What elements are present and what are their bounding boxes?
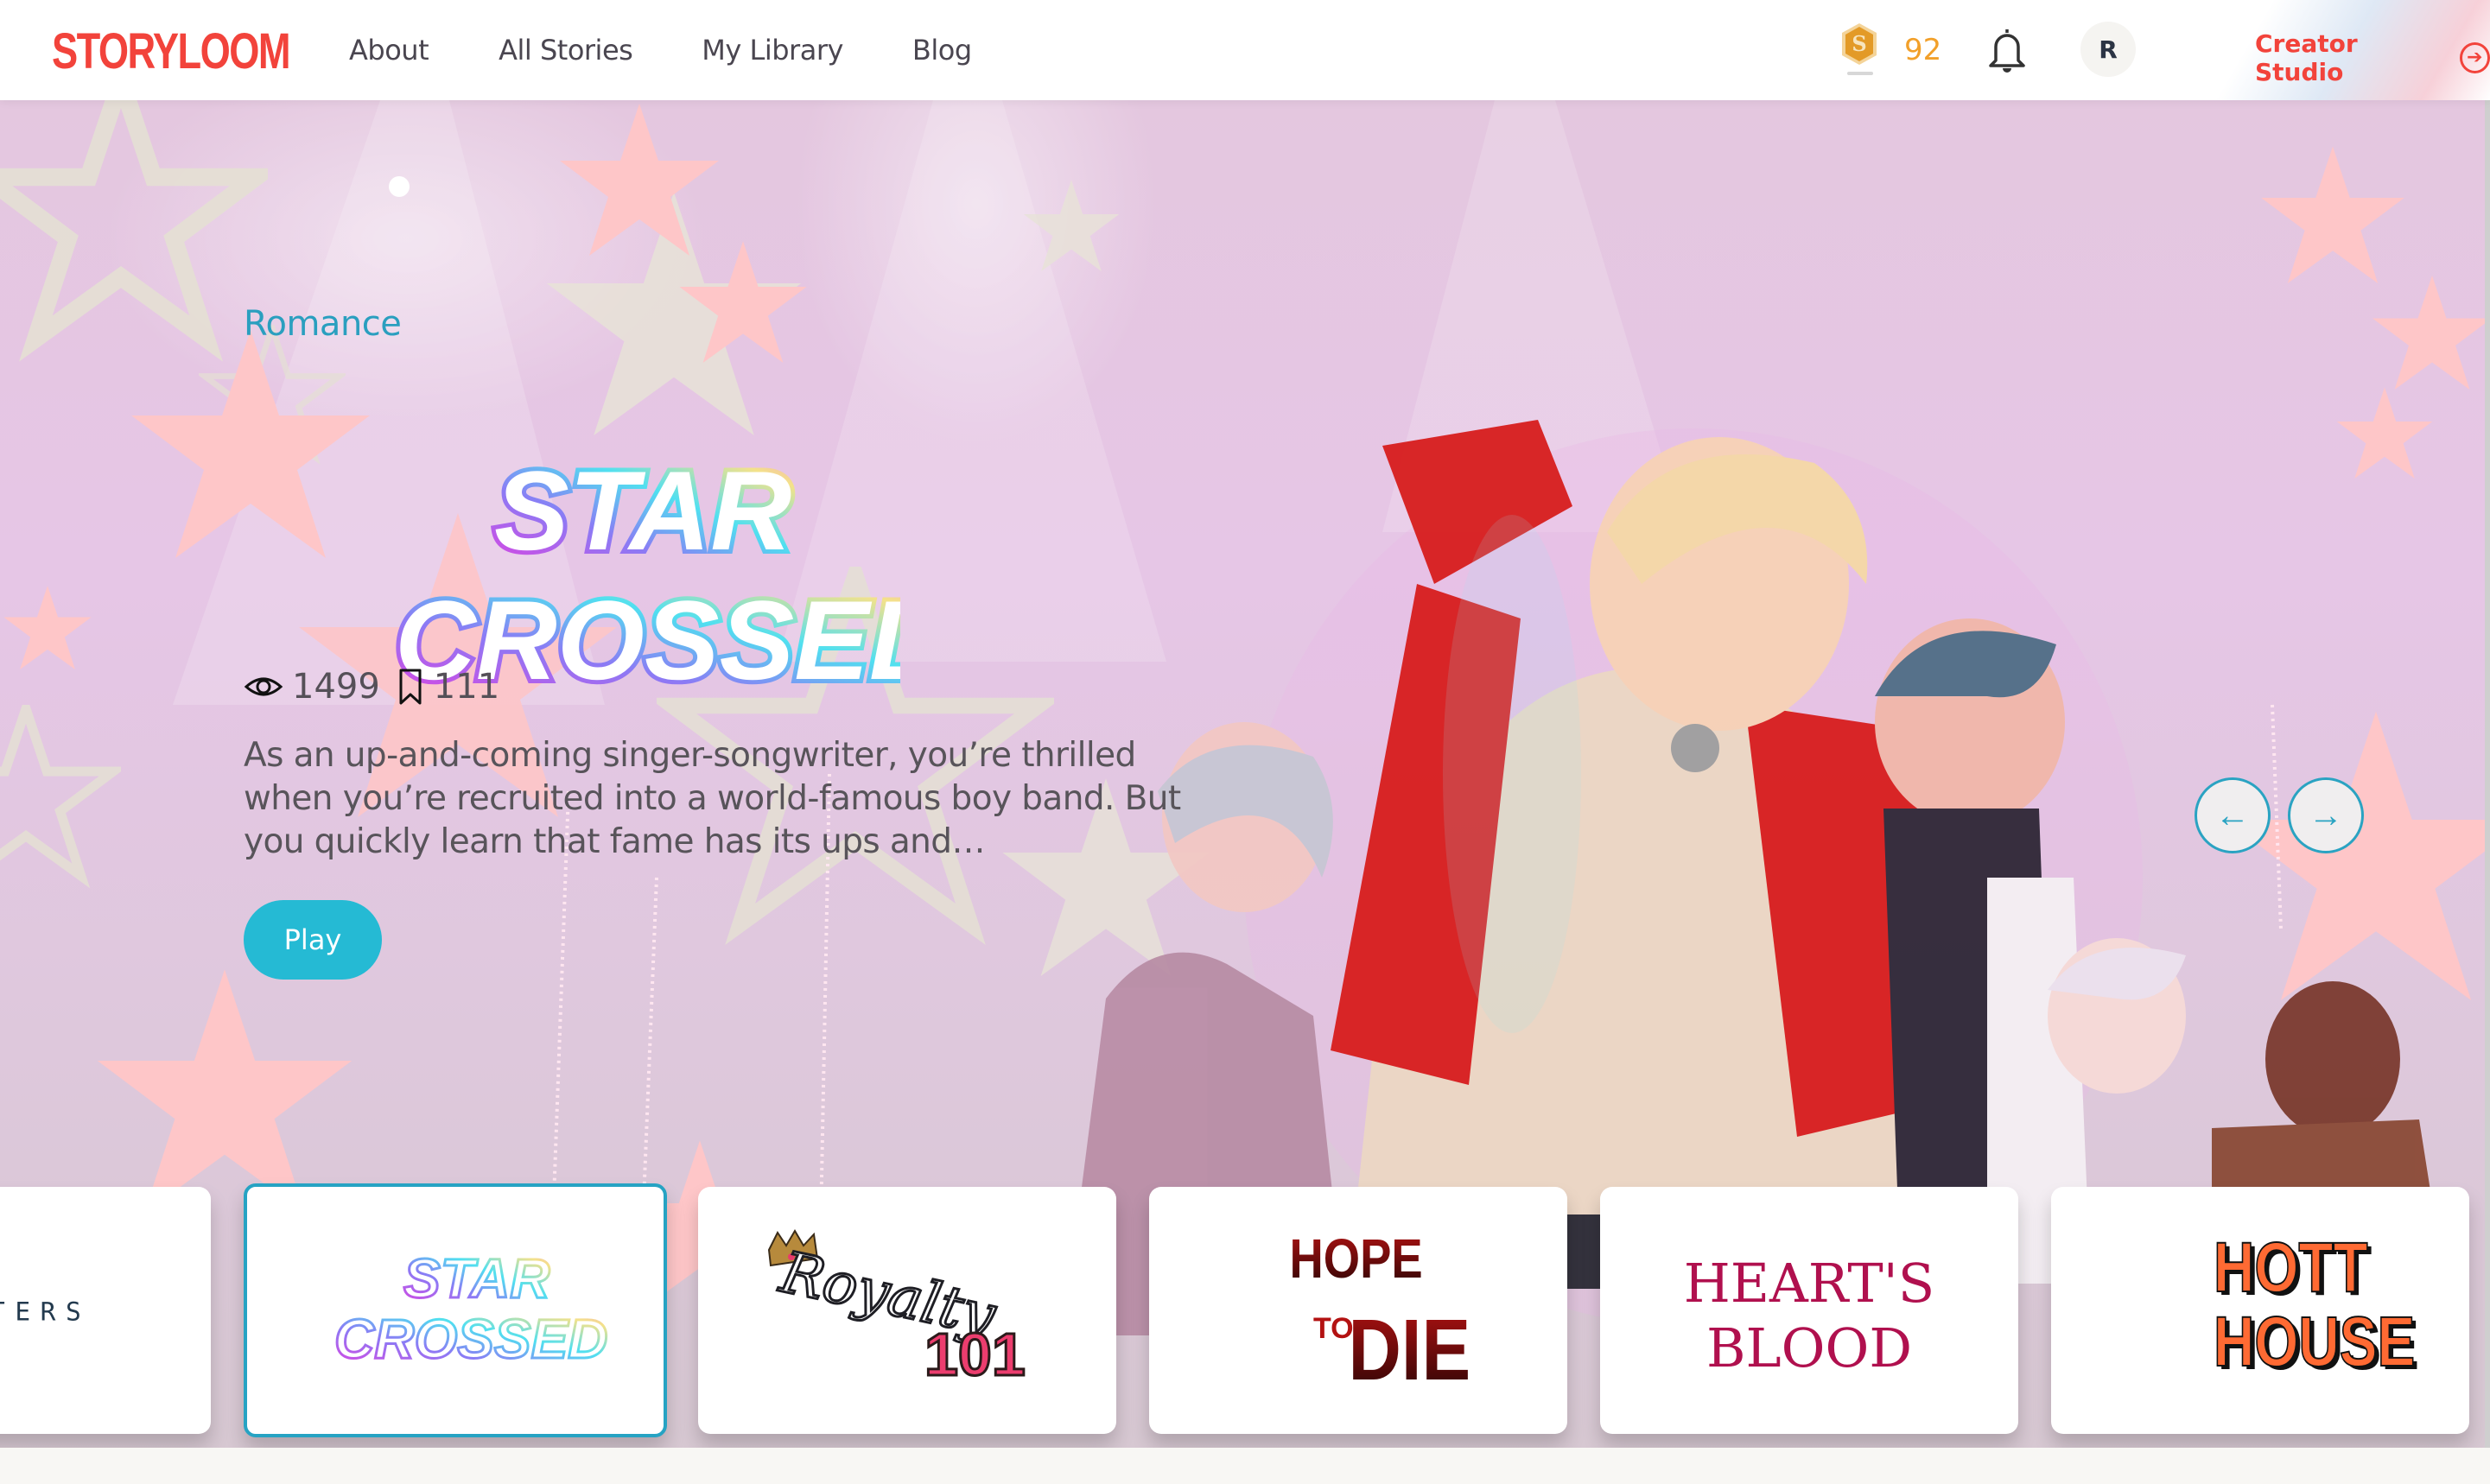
arrow-right-circle-icon: ➔	[2459, 42, 2490, 73]
storyloom-logo[interactable]: STORYLOOM	[52, 26, 291, 78]
play-button[interactable]: Play	[244, 900, 382, 980]
bookmarks-count: 111	[433, 667, 500, 707]
hope-to-die-logo: HOPE TO DIE	[1290, 1227, 1471, 1397]
views-count: 1499	[292, 667, 380, 707]
svg-text:TO: TO	[1313, 1312, 1354, 1345]
story-card-star-crossed[interactable]: STAR CROSSED	[244, 1183, 667, 1437]
svg-text:WATERS: WATERS	[0, 1297, 91, 1327]
coin-count: 92	[1904, 33, 1942, 67]
carousel-prev-button[interactable]: ←	[2195, 777, 2271, 853]
svg-text:101: 101	[924, 1321, 1026, 1388]
main-nav: About All Stories My Library Blog	[349, 31, 1041, 69]
bell-icon[interactable]	[1985, 26, 2029, 74]
page-scrollbar[interactable]	[2485, 100, 2490, 1448]
svg-text:DIE: DIE	[1349, 1301, 1471, 1397]
page-bottom-area	[0, 1448, 2490, 1484]
svg-text:HOUSE: HOUSE	[2214, 1302, 2415, 1381]
nav-all-stories[interactable]: All Stories	[499, 31, 633, 69]
top-navbar: STORYLOOM About All Stories My Library B…	[0, 0, 2490, 100]
star-crossed-title-logo: STAR STAR CROSSED CROSSED	[391, 443, 900, 705]
story-description: As an up-and-coming singer-songwriter, y…	[244, 736, 1181, 861]
svg-text:HOPE: HOPE	[1290, 1227, 1423, 1290]
hearts-blood-logo: HEART'S BLOOD	[1684, 1252, 1935, 1379]
royalty-101-logo: Royalty 101	[767, 1229, 1026, 1390]
creator-studio-link[interactable]: Creator Studio ➔	[2255, 29, 2490, 86]
hott-house-logo: HOTT HOTT HOUSE HOUSE	[2213, 1227, 2419, 1385]
svg-text:BLOOD: BLOOD	[1706, 1316, 1912, 1379]
svg-text:HOTT: HOTT	[2214, 1227, 2368, 1307]
svg-text:CROSSED: CROSSED	[334, 1308, 608, 1370]
story-card-waters[interactable]: WATERS	[0, 1187, 211, 1434]
waters-logo: WATERS	[0, 1297, 91, 1327]
nav-my-library[interactable]: My Library	[702, 31, 843, 69]
svg-text:HEART'S: HEART'S	[1684, 1252, 1935, 1315]
title-line1: STAR	[494, 447, 791, 574]
nav-blog[interactable]: Blog	[912, 31, 972, 69]
creator-studio-label: Creator Studio	[2255, 29, 2358, 86]
story-genre: Romance	[244, 304, 402, 344]
eye-icon	[244, 677, 283, 696]
star-crossed-card-logo: STAR CROSSED	[333, 1246, 610, 1372]
nav-about[interactable]: About	[349, 31, 429, 69]
carousel-next-button[interactable]: →	[2288, 777, 2364, 853]
svg-text:S: S	[1852, 31, 1866, 56]
story-card-hearts-blood[interactable]: HEART'S BLOOD	[1600, 1187, 2018, 1434]
story-carousel: WATERS STAR CROSSED Royalty 101 HOPE T	[0, 1183, 2490, 1437]
bookmark-icon[interactable]	[396, 667, 425, 707]
coin-shadow	[1847, 72, 1873, 75]
story-card-royalty-101[interactable]: Royalty 101	[698, 1187, 1116, 1434]
svg-text:STAR: STAR	[403, 1247, 549, 1310]
story-card-hope-to-die[interactable]: HOPE TO DIE	[1149, 1187, 1567, 1434]
story-card-hott-house[interactable]: HOTT HOTT HOUSE HOUSE	[2051, 1187, 2469, 1434]
story-stats: 1499 111	[244, 667, 499, 707]
coin-s-icon[interactable]: S	[1840, 22, 1878, 66]
user-avatar[interactable]: R	[2080, 22, 2136, 77]
